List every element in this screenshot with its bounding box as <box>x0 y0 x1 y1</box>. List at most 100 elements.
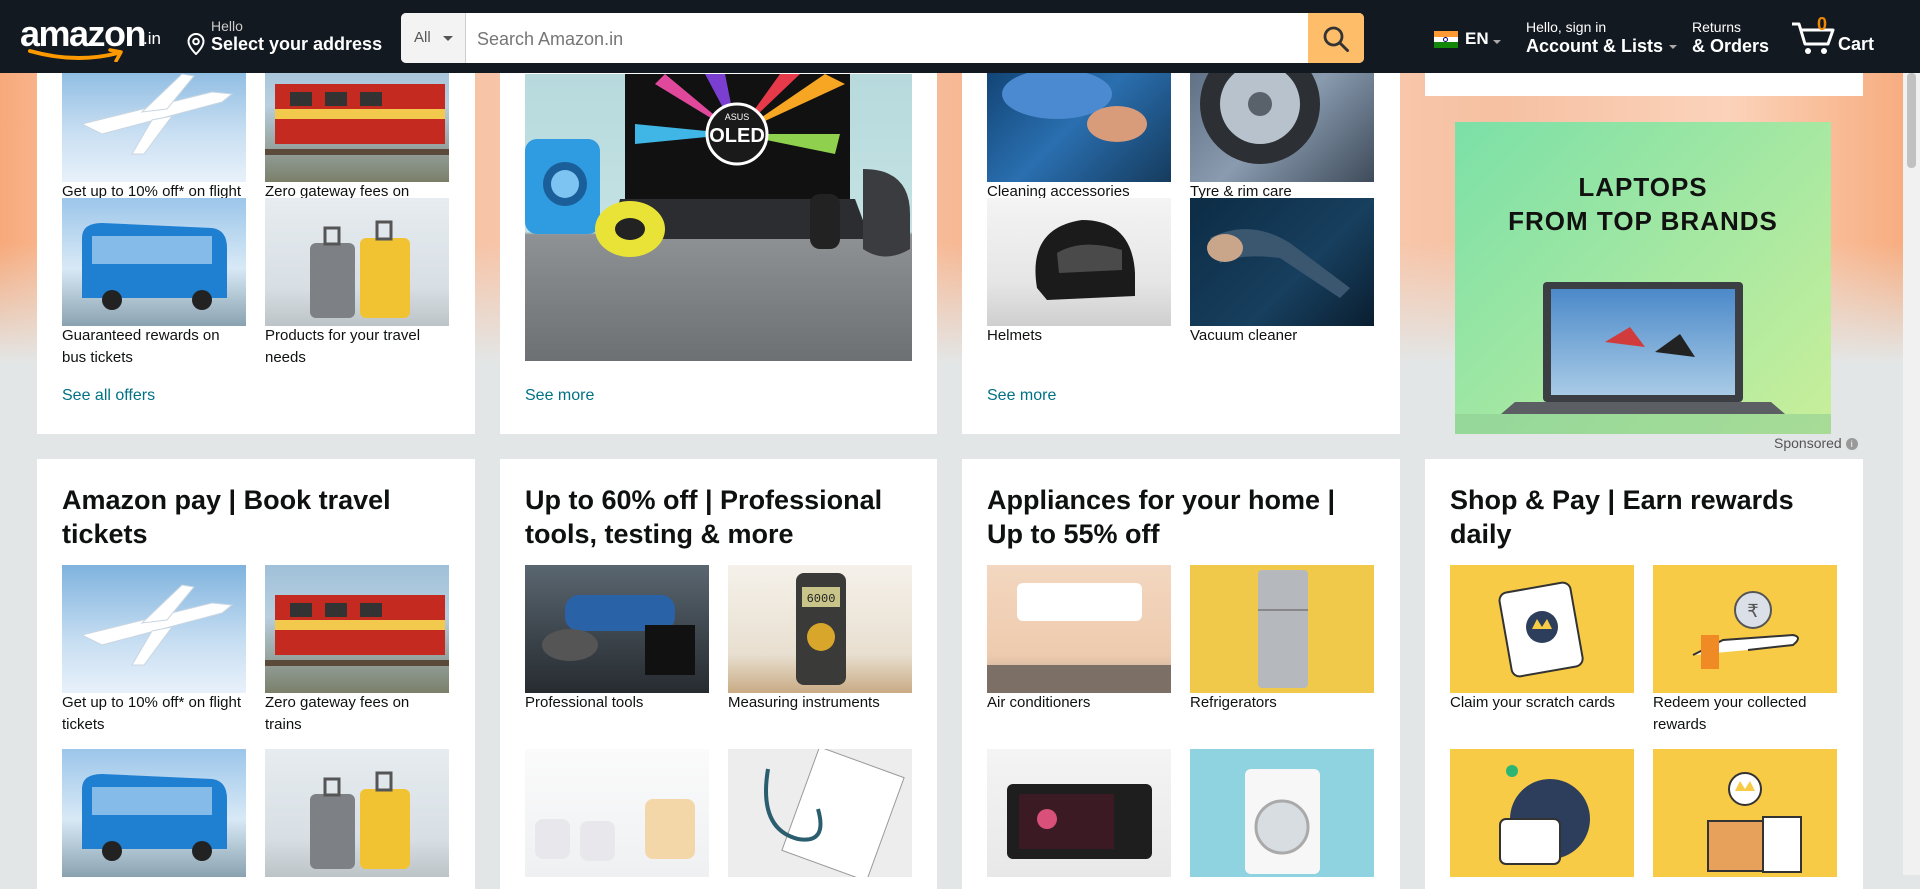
tile-washing-machine[interactable] <box>1190 749 1374 877</box>
account-lists-label: Account & Lists <box>1526 36 1664 56</box>
location-pin-icon <box>187 33 205 55</box>
tile-travel-products[interactable]: Products for your travel needs <box>265 198 449 369</box>
tile-vacuum-cleaner[interactable]: Vacuum cleaner <box>1190 198 1374 347</box>
tile-caption: Refrigerators <box>1190 694 1277 711</box>
tile-caption: Zero gateway fees on trains <box>265 694 410 733</box>
tile-caption: Air conditioners <box>987 694 1091 711</box>
tile-travel-products[interactable] <box>265 749 449 877</box>
address-hello: Hello <box>211 18 243 34</box>
orders-label: & Orders <box>1692 36 1770 56</box>
tile-caption: Helmets <box>987 327 1043 344</box>
luggage-image <box>265 198 449 326</box>
tile-tyre-rim-care[interactable]: Tyre & rim care <box>1190 54 1374 203</box>
smile-arrow-icon <box>28 48 123 62</box>
sponsored-label: Sponsored i <box>1774 435 1858 451</box>
tile-bandages[interactable] <box>525 749 709 877</box>
rupee-symbol: ₹ <box>1747 601 1758 622</box>
account-lists-menu[interactable]: Hello, sign in Account & Lists <box>1526 19 1678 57</box>
tile-caption: Guaranteed rewards on bus tickets <box>62 327 220 366</box>
tile-refrigerators[interactable]: Refrigerators <box>1190 565 1374 714</box>
ac-image <box>987 565 1171 693</box>
vacuum-image <box>1190 198 1374 326</box>
caret-down-icon <box>1493 40 1501 44</box>
search-input[interactable] <box>475 13 1279 63</box>
cart-label: Cart <box>1838 34 1875 54</box>
caret-down-icon <box>443 36 453 41</box>
shopping-bag-image <box>1653 749 1837 877</box>
tile-redeem-rewards[interactable]: ₹ Redeem your collected rewards <box>1653 565 1837 736</box>
laptops-sponsored-ad[interactable]: LAPTOPS FROM TOP BRANDS <box>1455 122 1831 434</box>
account-greeting: Hello, sign in <box>1526 19 1607 35</box>
tile-microwave[interactable] <box>987 749 1171 877</box>
shop-pay-rewards-card: Shop & Pay | Earn rewards daily Claim yo… <box>1425 459 1863 889</box>
tile-bus-offer[interactable]: Guaranteed rewards on bus tickets <box>62 198 246 369</box>
asus-text: ASUS <box>725 112 750 122</box>
washer-image <box>1190 749 1374 877</box>
see-more-link[interactable]: See more <box>525 387 594 405</box>
india-flag-icon <box>1434 31 1458 48</box>
caret-down-icon <box>1669 45 1678 50</box>
train-image <box>265 54 449 182</box>
tyre-image <box>1190 54 1374 182</box>
tile-train-offer[interactable]: Zero gateway fees on trains <box>265 565 449 736</box>
cleaning-image <box>987 54 1171 182</box>
search-category-label: All <box>414 29 431 46</box>
scratch-card-image <box>1450 565 1634 693</box>
card-title: Appliances for your home | Up to 55% off <box>987 485 1336 549</box>
sponsored-text: Sponsored <box>1774 435 1842 451</box>
page-scrollbar[interactable] <box>1903 73 1920 875</box>
tile-bus-offer[interactable] <box>62 749 246 877</box>
bus-image <box>62 198 246 326</box>
bandages-image <box>525 749 709 877</box>
tile-air-conditioners[interactable]: Air conditioners <box>987 565 1171 714</box>
search-button[interactable] <box>1308 13 1364 63</box>
fridge-image <box>1190 565 1374 693</box>
tile-measuring-instruments[interactable]: 6000 Measuring instruments <box>728 565 912 714</box>
tile-cleaning-accessories[interactable]: Cleaning accessories <box>987 54 1171 203</box>
card-title: Amazon pay | Book travel tickets <box>62 485 391 549</box>
tile-professional-tools[interactable]: Professional tools <box>525 565 709 714</box>
tile-helmets[interactable]: Helmets <box>987 198 1171 347</box>
see-all-offers-link[interactable]: See all offers <box>62 387 155 405</box>
tile-caption: Get up to 10% off* on flight tickets <box>62 694 242 733</box>
tile-caption: Redeem your collected rewards <box>1653 694 1807 733</box>
search-icon <box>1323 26 1349 52</box>
tile-shopping-rewards[interactable] <box>1653 749 1837 877</box>
address-select: Select your address <box>211 34 383 54</box>
cart-icon <box>1792 22 1835 54</box>
oled-text: OLED <box>709 125 765 147</box>
tile-caption: Products for your travel needs <box>265 327 421 366</box>
bus-image <box>62 749 246 877</box>
home-appliances-card: Appliances for your home | Up to 55% off… <box>962 459 1400 889</box>
helmet-image <box>987 198 1171 326</box>
returns-orders-link[interactable]: Returns & Orders <box>1692 19 1769 57</box>
tile-stethoscope[interactable] <box>728 749 912 877</box>
stethoscope-image <box>728 749 912 877</box>
laptop-electronics-image[interactable]: OLED ASUS <box>525 74 912 361</box>
tile-spin-wheel[interactable] <box>1450 749 1634 877</box>
search-category-dropdown[interactable]: All <box>401 13 466 63</box>
cart-link[interactable]: 0 Cart <box>1790 14 1880 60</box>
info-icon[interactable]: i <box>1845 438 1858 451</box>
professional-tools-card: Up to 60% off | Professional tools, test… <box>500 459 937 889</box>
tile-flight-offer[interactable]: Get up to 10% off* on flight tickets <box>62 565 246 736</box>
card-title: Up to 60% off | Professional tools, test… <box>525 485 883 549</box>
car-care-card: Cleaning accessories Tyre & rim care Hel… <box>962 40 1400 434</box>
logo-tld: .in <box>143 29 161 48</box>
grinder-image <box>525 565 709 693</box>
see-more-link[interactable]: See more <box>987 387 1056 405</box>
redeem-rewards-image: ₹ <box>1653 565 1837 693</box>
returns-label: Returns <box>1692 19 1742 35</box>
tile-caption: Professional tools <box>525 694 644 711</box>
tile-scratch-cards[interactable]: Claim your scratch cards <box>1450 565 1634 714</box>
airplane-image <box>62 54 246 182</box>
search-bar: All <box>401 13 1364 63</box>
tile-caption: Measuring instruments <box>728 694 880 711</box>
tile-caption: Vacuum cleaner <box>1190 327 1298 344</box>
amazon-logo[interactable]: amazon .in <box>20 14 165 62</box>
airplane-image <box>62 565 246 693</box>
travel-offers-card: Get up to 10% off* on flight tickets Zer… <box>37 40 475 434</box>
scrollbar-thumb[interactable] <box>1907 73 1916 168</box>
amazon-pay-travel-card: Amazon pay | Book travel tickets Get up … <box>37 459 475 889</box>
multimeter-image: 6000 <box>728 565 912 693</box>
